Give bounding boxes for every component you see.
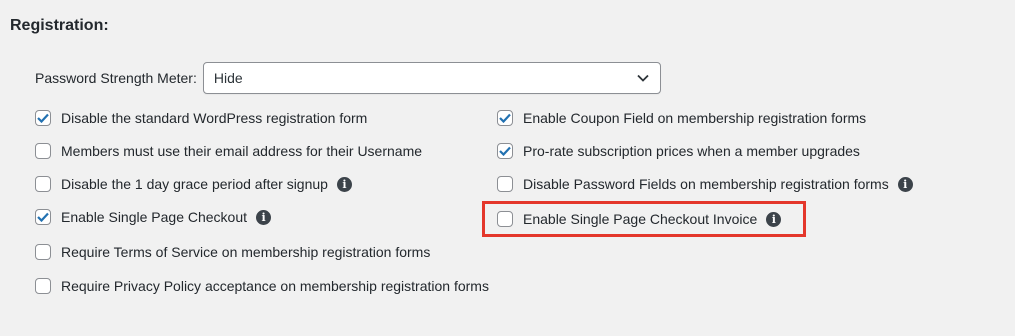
checkbox[interactable] [497, 176, 513, 192]
option-disable-grace-period[interactable]: Disable the 1 day grace period after sig… [35, 173, 352, 195]
checkmark-icon [37, 113, 49, 123]
password-strength-select[interactable]: Hide [202, 62, 661, 94]
checkbox[interactable] [35, 143, 51, 159]
option-label: Pro-rate subscription prices when a memb… [523, 143, 860, 159]
checkbox[interactable] [35, 176, 51, 192]
password-strength-row: Password Strength Meter: Hide [35, 61, 661, 95]
info-icon[interactable]: i [766, 211, 782, 227]
section-title: Registration: [10, 17, 109, 34]
option-label: Disable the standard WordPress registrat… [61, 110, 368, 126]
option-label: Require Terms of Service on membership r… [61, 244, 431, 260]
option-label: Enable Single Page Checkout Invoice [523, 211, 758, 227]
checkmark-icon [499, 113, 511, 123]
option-single-page-checkout[interactable]: Enable Single Page Checkout i [35, 206, 272, 228]
option-label: Enable Single Page Checkout [61, 209, 248, 225]
checkbox[interactable] [35, 209, 51, 225]
checkbox[interactable] [35, 278, 51, 294]
password-strength-label: Password Strength Meter: [35, 70, 197, 86]
option-label: Disable Password Fields on membership re… [523, 176, 889, 192]
checkmark-icon [37, 212, 49, 222]
checkmark-icon [499, 146, 511, 156]
option-require-tos[interactable]: Require Terms of Service on membership r… [35, 241, 430, 263]
option-disable-wp-registration[interactable]: Disable the standard WordPress registrat… [35, 107, 367, 129]
option-label: Members must use their email address for… [61, 143, 423, 159]
info-icon[interactable]: i [336, 176, 352, 192]
chevron-down-icon [636, 71, 650, 85]
option-coupon-field[interactable]: Enable Coupon Field on membership regist… [497, 107, 866, 129]
option-disable-password-fields[interactable]: Disable Password Fields on membership re… [497, 173, 913, 195]
checkbox[interactable] [497, 110, 513, 126]
info-icon[interactable]: i [897, 176, 913, 192]
checkbox[interactable] [497, 211, 513, 227]
info-icon[interactable]: i [256, 209, 272, 225]
option-single-page-checkout-invoice[interactable]: Enable Single Page Checkout Invoice i [497, 208, 782, 230]
option-label: Enable Coupon Field on membership regist… [523, 110, 867, 126]
checkbox[interactable] [35, 244, 51, 260]
checkbox[interactable] [497, 143, 513, 159]
option-require-privacy[interactable]: Require Privacy Policy acceptance on mem… [35, 275, 489, 297]
option-label: Disable the 1 day grace period after sig… [61, 176, 328, 192]
option-email-username[interactable]: Members must use their email address for… [35, 140, 422, 162]
password-strength-value: Hide [213, 70, 243, 86]
checkbox[interactable] [35, 110, 51, 126]
option-prorate[interactable]: Pro-rate subscription prices when a memb… [497, 140, 860, 162]
option-label: Require Privacy Policy acceptance on mem… [61, 278, 489, 294]
